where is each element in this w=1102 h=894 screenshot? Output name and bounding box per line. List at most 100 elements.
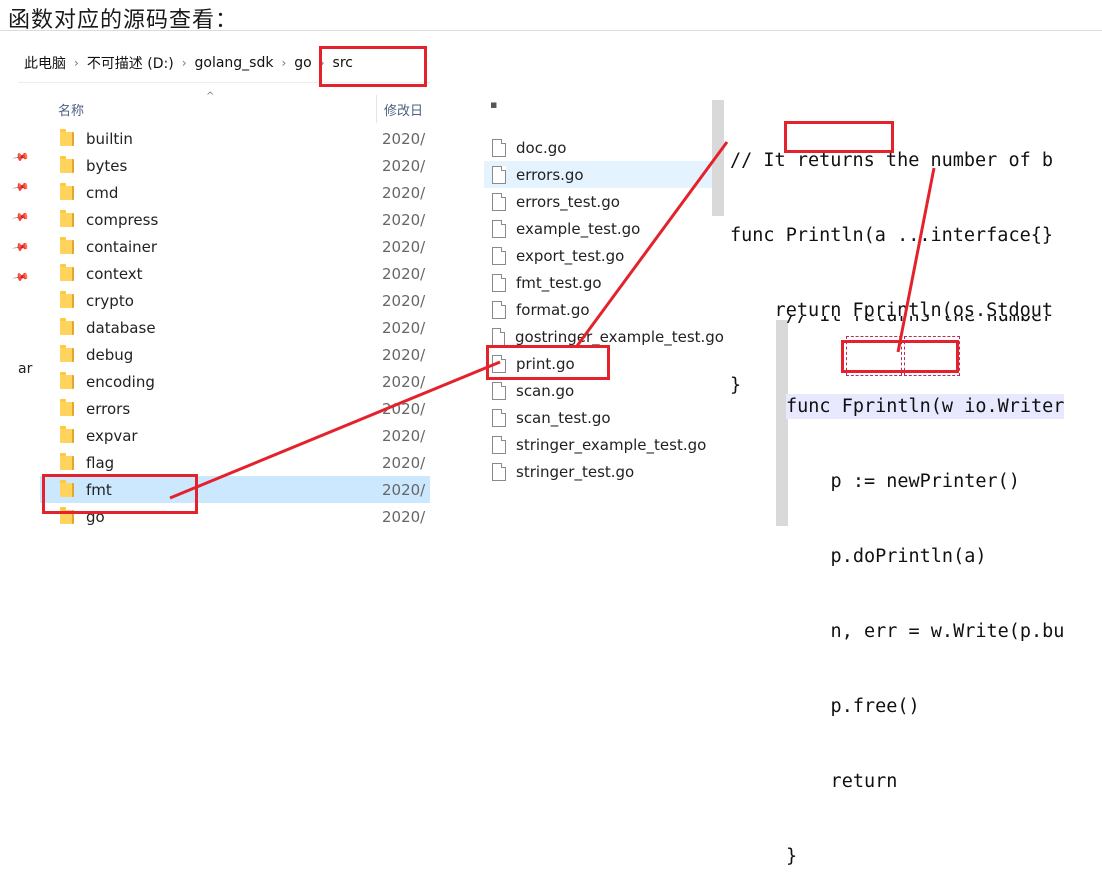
pin-icon[interactable]: 📌 — [12, 148, 31, 167]
folder-icon — [60, 182, 74, 200]
folder-row-debug[interactable]: debug 2020/ — [40, 341, 430, 368]
annotation-box-print-go — [486, 345, 610, 380]
file-name: errors_test.go — [516, 192, 620, 211]
code-line: } — [786, 846, 798, 867]
folder-date: 2020/ — [382, 210, 426, 229]
folder-name: cmd — [86, 183, 119, 202]
folder-date: 2020/ — [382, 453, 426, 472]
file-icon — [492, 381, 506, 400]
file-row[interactable]: stringer_test.go — [484, 458, 724, 485]
file-row[interactable]: errors.go — [484, 161, 724, 188]
heading-divider — [0, 30, 1102, 31]
file-icon — [492, 408, 506, 427]
folder-row-bytes[interactable]: bytes 2020/ — [40, 152, 430, 179]
folder-icon — [60, 155, 74, 173]
folder-row-database[interactable]: database 2020/ — [40, 314, 430, 341]
folder-date: 2020/ — [382, 399, 426, 418]
code-line-truncated: // It returns the number — [786, 316, 1102, 328]
file-row[interactable]: example_test.go — [484, 215, 724, 242]
code-line: return — [786, 771, 898, 792]
file-icon — [492, 219, 506, 238]
folder-name: expvar — [86, 426, 138, 445]
nav-pane-truncated-label: ar — [18, 361, 33, 377]
folder-row-errors[interactable]: errors 2020/ — [40, 395, 430, 422]
folder-row-container[interactable]: container 2020/ — [40, 233, 430, 260]
file-row[interactable]: export_test.go — [484, 242, 724, 269]
folder-row-cmd[interactable]: cmd 2020/ — [40, 179, 430, 206]
chevron-right-icon[interactable]: › — [279, 56, 288, 70]
file-icon — [492, 273, 506, 292]
file-row[interactable]: scan_test.go — [484, 404, 724, 431]
folder-name: flag — [86, 453, 115, 472]
file-name: stringer_example_test.go — [516, 435, 707, 454]
code-line: p.doPrintln(a) — [786, 546, 987, 567]
folder-row-crypto[interactable]: crypto 2020/ — [40, 287, 430, 314]
folder-row-encoding[interactable]: encoding 2020/ — [40, 368, 430, 395]
folder-icon — [60, 452, 74, 470]
column-header-date[interactable]: 修改日 — [384, 100, 423, 119]
code-line: func Fprintln(w io.Writer — [786, 394, 1065, 419]
editor-gutter — [712, 100, 724, 216]
folder-row-builtin[interactable]: builtin 2020/ — [40, 125, 430, 152]
folder-icon — [60, 344, 74, 362]
sort-ascending-icon: ^ — [206, 91, 215, 102]
file-row[interactable]: format.go — [484, 296, 724, 323]
file-name: format.go — [516, 300, 590, 319]
annotation-box-go-src — [319, 46, 427, 87]
folder-icon — [60, 371, 74, 389]
folder-row-context[interactable]: context 2020/ — [40, 260, 430, 287]
file-name: export_test.go — [516, 246, 625, 265]
column-header-row: ^ 名称 修改日 — [18, 91, 430, 123]
breadcrumb-this-pc[interactable]: 此电脑 — [18, 53, 72, 73]
pin-icon[interactable]: 📌 — [12, 208, 31, 227]
folder-date: 2020/ — [382, 345, 426, 364]
folder-name: context — [86, 264, 143, 283]
folder-name: container — [86, 237, 158, 256]
file-row[interactable]: fmt_test.go — [484, 269, 724, 296]
folder-date: 2020/ — [382, 372, 426, 391]
annotation-box-fmt — [42, 474, 198, 514]
pin-icon[interactable]: 📌 — [12, 238, 31, 257]
folder-name: bytes — [86, 156, 128, 175]
pin-icon[interactable]: 📌 — [12, 178, 31, 197]
folder-date: 2020/ — [382, 480, 426, 499]
folder-row-expvar[interactable]: expvar 2020/ — [40, 422, 430, 449]
pin-icon[interactable]: 📌 — [12, 268, 31, 287]
folder-list-pane: ^ 名称 修改日 📌 📌 📌 📌 📌 ar builtin 2020/ byte… — [12, 91, 430, 536]
code-line: func Println(a ...interface{} — [730, 225, 1054, 246]
file-row[interactable]: scan.go — [484, 377, 724, 404]
selection-dashed-box — [904, 336, 960, 376]
folder-name: debug — [86, 345, 134, 364]
file-icon — [492, 300, 506, 319]
column-divider[interactable] — [376, 95, 377, 123]
folder-icon — [60, 425, 74, 443]
code-line: p := newPrinter() — [786, 471, 1020, 492]
file-row[interactable]: doc.go — [484, 134, 724, 161]
folder-name: encoding — [86, 372, 155, 391]
file-row[interactable]: errors_test.go — [484, 188, 724, 215]
selection-dashed-box — [846, 336, 902, 376]
code-line: p.free() — [786, 696, 920, 717]
file-icon — [492, 192, 506, 211]
folder-date: 2020/ — [382, 237, 426, 256]
code-snippet-fprintln: func Fprintln(w io.Writer p := newPrinte… — [786, 344, 1065, 894]
breadcrumb-drive-d[interactable]: 不可描述 (D:) — [81, 53, 180, 73]
file-row[interactable]: stringer_example_test.go — [484, 431, 724, 458]
file-icon — [492, 462, 506, 481]
folder-date: 2020/ — [382, 426, 426, 445]
file-name: fmt_test.go — [516, 273, 602, 292]
chevron-right-icon[interactable]: › — [72, 56, 81, 70]
file-icon — [492, 138, 506, 157]
chevron-right-icon[interactable]: › — [180, 56, 189, 70]
folder-icon — [60, 236, 74, 254]
breadcrumb-go[interactable]: go — [288, 55, 317, 71]
code-line: // It returns the number — [786, 316, 1102, 328]
folder-icon — [60, 128, 74, 146]
breadcrumb-golang-sdk[interactable]: golang_sdk — [189, 55, 280, 71]
folder-name: crypto — [86, 291, 134, 310]
folder-date: 2020/ — [382, 264, 426, 283]
folder-row-compress[interactable]: compress 2020/ — [40, 206, 430, 233]
folder-row-flag[interactable]: flag 2020/ — [40, 449, 430, 476]
column-header-name[interactable]: 名称 — [58, 100, 84, 119]
file-name: scan.go — [516, 381, 575, 400]
